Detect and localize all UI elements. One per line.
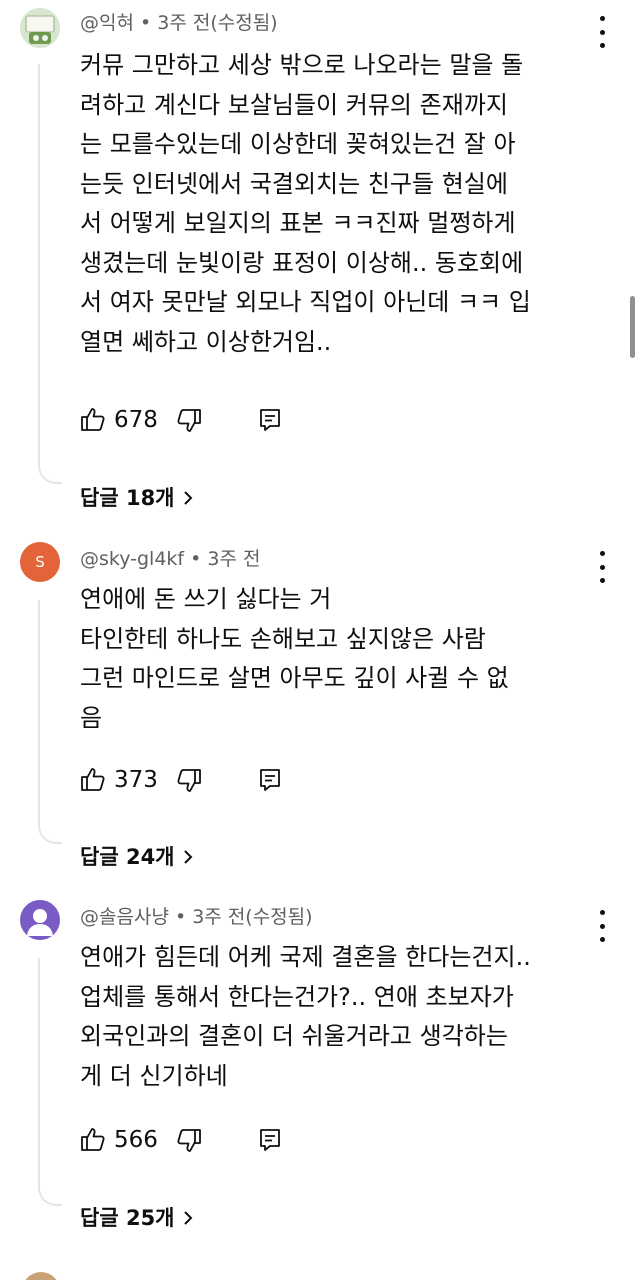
comment-line: 열면 쎄하고 이상한거임..: [80, 327, 332, 356]
avatar-image-icon: [20, 8, 60, 48]
comment-text: 커뮤 그만하고 세상 밖으로 나오라는 말을 돌 려하고 계신다 보살님들이 커…: [80, 46, 600, 362]
comment-line: 서 어떻게 보일지의 표본 ㅋㅋ진짜 멀쩡하게: [80, 209, 516, 237]
reply-icon[interactable]: [258, 407, 282, 437]
replies-label: 답글 18개: [80, 486, 175, 510]
comment-author-meta[interactable]: @솔음사냥 • 3주 전(수정됨): [80, 902, 313, 929]
thumbs-up-icon[interactable]: [80, 766, 106, 796]
comment-author-meta[interactable]: @익혀 • 3주 전(수정됨): [80, 8, 278, 35]
view-replies-button[interactable]: 답글 18개: [80, 482, 193, 514]
like-count: 373: [114, 767, 158, 793]
thumbs-down-icon[interactable]: [176, 1128, 202, 1158]
avatar[interactable]: [22, 1272, 60, 1280]
like-count: 566: [114, 1127, 158, 1153]
avatar[interactable]: [20, 8, 60, 48]
chevron-right-icon: [183, 842, 193, 874]
comment-line: 음: [80, 703, 103, 732]
comment-text: 연애가 힘든데 어케 국제 결혼을 한다는건지.. 업체를 통해서 한다는건가?…: [80, 938, 600, 1096]
replies-label: 답글 25개: [80, 1206, 175, 1230]
comment-line: 커뮤 그만하고 세상 밖으로 나오라는 말을 돌: [80, 51, 524, 79]
thumbs-down-icon[interactable]: [176, 768, 202, 798]
comment-author-meta[interactable]: @sky-gl4kf • 3주 전: [80, 544, 261, 571]
comment-line: 게 더 신기하네: [80, 1061, 228, 1090]
comment-line: 연애에 돈 쓰기 싫다는 거: [80, 585, 332, 613]
comment-line: 그런 마인드로 살면 아무도 깊이 사귈 수 없: [80, 664, 509, 692]
thread-connector: [38, 64, 62, 484]
thread-connector: [38, 600, 62, 844]
comment-actions: 373: [80, 764, 320, 796]
view-replies-button[interactable]: 답글 25개: [80, 1202, 193, 1234]
chevron-right-icon: [183, 483, 193, 515]
more-vert-icon[interactable]: [594, 551, 610, 583]
view-replies-button[interactable]: 답글 24개: [80, 841, 193, 873]
avatar[interactable]: [20, 900, 60, 940]
comment-line: 는듯 인터넷에서 국결외치는 친구들 현실에: [80, 169, 508, 198]
comment-line: 연애가 힘든데 어케 국제 결혼을 한다는건지..: [80, 943, 531, 971]
reply-icon[interactable]: [258, 767, 282, 797]
more-vert-icon[interactable]: [594, 16, 610, 48]
scrollbar-thumb[interactable]: [630, 296, 635, 358]
comment-line: 외국인과의 결혼이 더 쉬울거라고 생각하는: [80, 1022, 508, 1050]
comment-line: 려하고 계신다 보살님들이 커뮤의 존재까지: [80, 90, 508, 119]
comment-line: 서 여자 못만날 외모나 직업이 아닌데 ㅋㅋ 입: [80, 288, 531, 316]
comment-actions: 678: [80, 404, 320, 436]
reply-icon[interactable]: [258, 1127, 282, 1157]
comment-text: 연애에 돈 쓰기 싫다는 거 타인한테 하나도 손해보고 싶지않은 사람 그런 …: [80, 580, 600, 738]
chevron-right-icon: [183, 1203, 193, 1235]
like-count: 678: [114, 407, 158, 433]
comment-line: 생겼는데 눈빛이랑 표정이 이상해.. 동호회에: [80, 248, 524, 277]
comment-line: 업체를 통해서 한다는건가?.. 연애 초보자가: [80, 982, 514, 1011]
replies-label: 답글 24개: [80, 845, 175, 869]
thumbs-up-icon[interactable]: [80, 406, 106, 436]
thread-connector: [38, 958, 62, 1206]
comment-actions: 566: [80, 1124, 320, 1156]
avatar-initial: S: [35, 553, 45, 571]
default-avatar-icon: [27, 909, 53, 936]
avatar[interactable]: S: [20, 542, 60, 582]
thumbs-up-icon[interactable]: [80, 1126, 106, 1156]
comment-line: 는 모를수있는데 이상한데 꽂혀있는건 잘 아: [80, 130, 516, 158]
thumbs-down-icon[interactable]: [176, 408, 202, 438]
comment-line: 타인한테 하나도 손해보고 싶지않은 사람: [80, 624, 486, 653]
comments-page: @익혀 • 3주 전(수정됨) 커뮤 그만하고 세상 밖으로 나오라는 말을 돌…: [0, 0, 640, 1280]
